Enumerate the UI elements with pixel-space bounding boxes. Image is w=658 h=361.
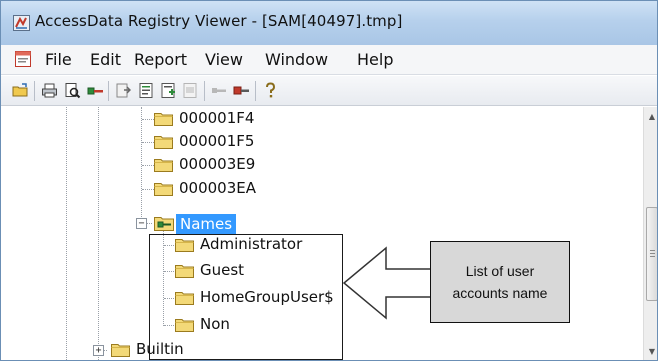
- title-bar[interactable]: AccessData Registry Viewer - [SAM[40497]…: [1, 1, 657, 45]
- toolbar-separator: [108, 81, 109, 101]
- tree-guide-line: [98, 107, 99, 360]
- scroll-down-arrow-icon[interactable]: ▼: [644, 344, 657, 360]
- tree-node-label: 000003EA: [179, 179, 256, 197]
- help-icon[interactable]: [262, 82, 279, 99]
- toolbar-separator: [204, 81, 205, 101]
- open-icon[interactable]: [12, 82, 29, 99]
- report-add-icon[interactable]: [160, 82, 177, 99]
- tree-node-names-selected[interactable]: Names: [176, 214, 237, 234]
- report-icon[interactable]: [138, 82, 155, 99]
- key-left-icon[interactable]: [211, 82, 228, 99]
- folder-icon: [154, 159, 173, 172]
- builtin-expand-toggle[interactable]: +: [93, 345, 104, 356]
- toolbar: [1, 76, 657, 106]
- folder-icon: [154, 136, 173, 149]
- thumb-grip: [650, 250, 655, 251]
- folder-icon: [154, 183, 173, 196]
- names-collapse-toggle[interactable]: −: [136, 218, 147, 229]
- annotation-label-box: List of user accounts name: [430, 241, 570, 323]
- menu-file[interactable]: File: [43, 49, 74, 70]
- registry-viewer-window: AccessData Registry Viewer - [SAM[40497]…: [0, 0, 658, 361]
- tree-node-label: Builtin: [136, 340, 184, 358]
- thumb-grip: [650, 256, 655, 257]
- tree-connector: [142, 165, 154, 166]
- tree-connector: [142, 189, 154, 190]
- tree-node-000003E9[interactable]: 000003E9: [154, 154, 294, 176]
- menu-window[interactable]: Window: [263, 49, 330, 70]
- tree-node-000001F5[interactable]: 000001F5: [154, 131, 294, 153]
- print-preview-icon[interactable]: [64, 82, 81, 99]
- key-right-icon[interactable]: [233, 82, 250, 99]
- folder-icon: [111, 344, 130, 357]
- print-icon[interactable]: [41, 82, 58, 99]
- key-icon[interactable]: [87, 82, 104, 99]
- tree-node-000001F4[interactable]: 000001F4: [154, 108, 294, 130]
- scroll-thumb[interactable]: [646, 207, 657, 301]
- report-disabled-icon[interactable]: [182, 82, 199, 99]
- tree-connector: [142, 119, 154, 120]
- tree-node-label: 000001F4: [179, 109, 255, 127]
- menu-edit[interactable]: Edit: [88, 49, 123, 70]
- toolbar-separator: [255, 81, 256, 101]
- menu-bar: File Edit Report View Window Help: [1, 45, 657, 75]
- tree-guide-line: [66, 107, 67, 360]
- document-menu-icon[interactable]: [14, 50, 32, 68]
- tree-connector: [142, 142, 154, 143]
- menu-report[interactable]: Report: [132, 49, 189, 70]
- thumb-grip: [650, 253, 655, 254]
- annotation-line-2: accounts name: [452, 285, 548, 301]
- tree-node-label: 000003E9: [179, 155, 256, 173]
- export-icon[interactable]: [115, 82, 132, 99]
- tree-node-builtin[interactable]: Builtin: [111, 339, 231, 360]
- callout-arrow-icon: [342, 246, 431, 320]
- menu-view[interactable]: View: [203, 49, 245, 70]
- names-key-folder-icon: [154, 217, 174, 231]
- folder-icon: [154, 113, 173, 126]
- window-title: AccessData Registry Viewer - [SAM[40497]…: [35, 12, 403, 30]
- vertical-scrollbar[interactable]: ▲ ▼: [643, 107, 657, 360]
- tree-node-label: 000001F5: [179, 132, 255, 150]
- tree-node-000003EA[interactable]: 000003EA: [154, 178, 294, 200]
- app-logo-icon: [13, 15, 30, 31]
- annotation-line-1: List of user: [465, 263, 535, 279]
- scroll-up-arrow-icon[interactable]: ▲: [644, 109, 657, 125]
- toolbar-separator: [34, 81, 35, 101]
- menu-help[interactable]: Help: [355, 49, 395, 70]
